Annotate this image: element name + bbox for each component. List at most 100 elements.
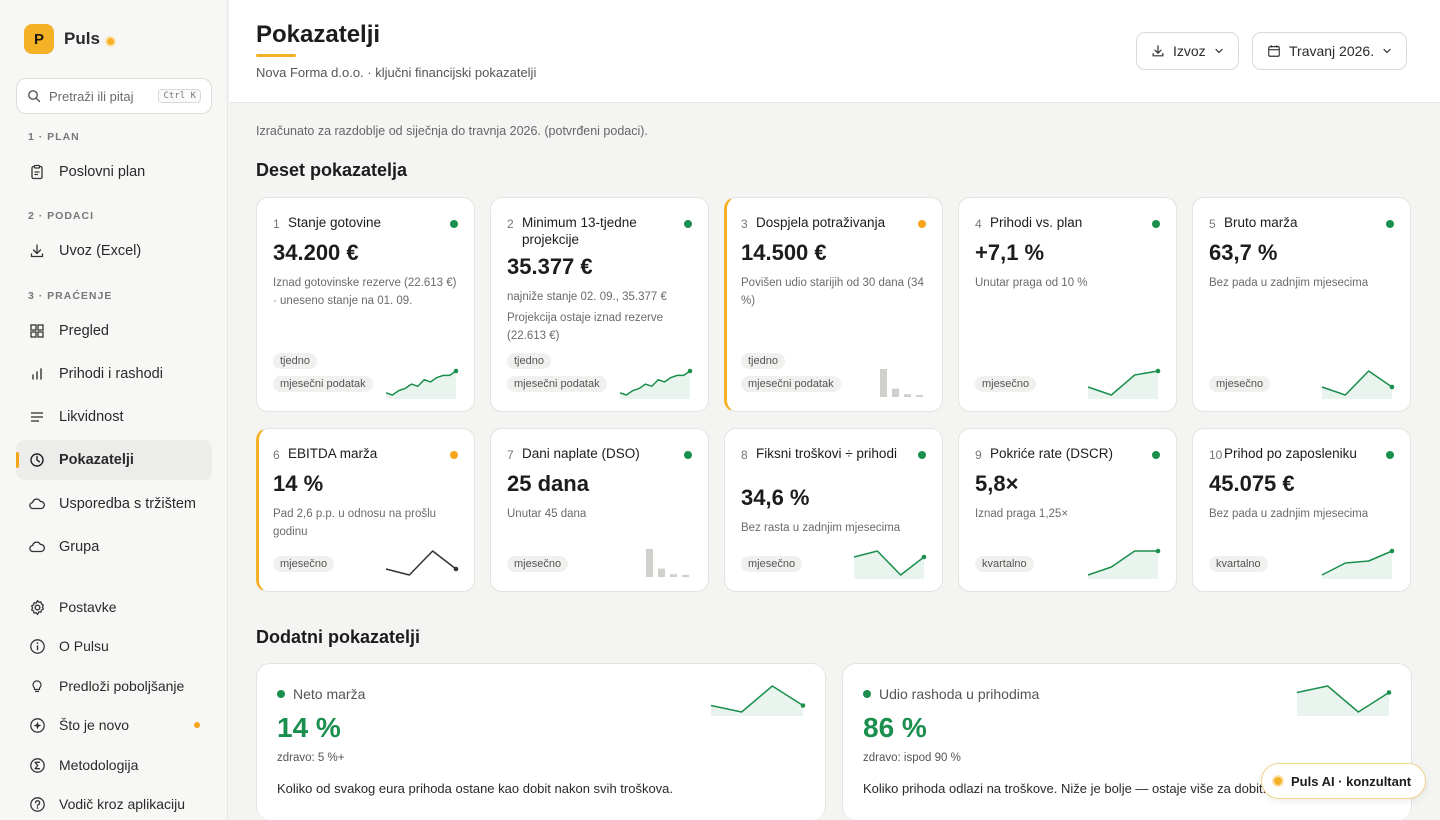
extra-card-desc: Koliko prihoda odlazi na troškove. Niže …	[863, 781, 1267, 796]
kpi-card[interactable]: 1 Stanje gotovine 34.200 € Iznad gotovinske…	[256, 197, 475, 412]
search-icon	[28, 90, 41, 103]
kpi-number: 8	[741, 448, 748, 462]
kpi-value: 35.377 €	[507, 254, 593, 279]
sidebar-item-label: Što je novo	[59, 717, 130, 733]
kpi-card[interactable]: 10 Prihod po zaposleniku 45.075 € Bez pada …	[1192, 428, 1411, 592]
frequency-pill: tjedno	[741, 353, 785, 369]
status-dot	[1152, 220, 1160, 228]
spark-area	[1322, 371, 1392, 399]
extra-card-neto-marza[interactable]: Neto marža 14 % zdravo: 5 %+ Koliko od s…	[256, 663, 826, 820]
kpi-number: 9	[975, 448, 982, 462]
section-label-podaci: 2 · PODACI	[28, 210, 95, 222]
kpi-title: Stanje gotovine	[288, 215, 382, 230]
sidebar-item-postavke[interactable]: Postavke	[16, 587, 212, 627]
sidebar-item-pokazatelji[interactable]: Pokazatelji	[16, 440, 212, 480]
cloud-icon	[28, 538, 46, 556]
sidebar-item-o-pulsu[interactable]: O Pulsu	[16, 626, 212, 666]
kpi-title: Prihod po zaposleniku	[1224, 446, 1357, 461]
kpi-card[interactable]: 9 Pokriće rate (DSCR) 5,8× Iznad praga 1,25…	[958, 428, 1177, 592]
search-input[interactable]: Pretraži ili pitaj Ctrl K	[16, 78, 212, 114]
frequency-pill: mjesečni podatak	[741, 376, 841, 392]
sidebar-item-label: Predloži poboljšanje	[59, 678, 185, 694]
spark-endpoint	[687, 368, 693, 374]
sidebar-item-pregled[interactable]: Pregled	[16, 311, 212, 351]
frequency-pill: mjesečno	[741, 556, 803, 572]
kpi-title: Prihodi vs. plan	[990, 215, 1083, 230]
kpi-number: 6	[273, 448, 280, 462]
kpi-number: 4	[975, 217, 982, 231]
kpi-description: Povišen udio starijih od 30 dana (34 %)	[741, 277, 924, 307]
spark-area	[1088, 551, 1158, 579]
kpi-card[interactable]: 4 Prihodi vs. plan +7,1 % Unutar praga od 1…	[958, 197, 1177, 412]
kpi-title: Dani naplate (DSO)	[522, 446, 640, 461]
section-title: Deset pokazatelja	[256, 160, 408, 180]
period-selector[interactable]: Travanj 2026.	[1252, 32, 1408, 70]
kpi-card[interactable]: 7 Dani naplate (DSO) 25 dana Unutar 45 dana…	[490, 428, 709, 592]
kpi-title: Minimum 13-tjedne projekcije	[522, 215, 637, 247]
sidebar-item-prihodi-i-rashodi[interactable]: Prihodi i rashodi	[16, 354, 212, 394]
sidebar-item-label: Metodologija	[59, 757, 139, 773]
frequency-pill: tjedno	[273, 353, 317, 369]
spark-bar	[658, 568, 665, 577]
status-dot	[450, 451, 458, 459]
status-dot	[1386, 451, 1394, 459]
section-label-plan: 1 · PLAN	[28, 131, 80, 143]
download-icon	[28, 242, 46, 260]
sidebar-item-likvidnost[interactable]: Likvidnost	[16, 397, 212, 437]
main-content: Pokazatelji Nova Forma d.o.o. · ključni …	[229, 0, 1440, 820]
sidebar-item-vodic[interactable]: Vodič kroz aplikaciju	[16, 784, 212, 820]
spark-endpoint	[1389, 548, 1395, 554]
page-subtitle: Nova Forma d.o.o. · ključni financijski …	[256, 65, 537, 80]
kpi-card[interactable]: 5 Bruto marža 63,7 % Bez pada u zadnjim mje…	[1192, 197, 1411, 412]
sidebar-item-usporedba[interactable]: Usporedba s tržištem	[16, 484, 212, 524]
info-icon	[28, 637, 46, 655]
download-icon	[1152, 45, 1164, 57]
sidebar-item-predlozi[interactable]: Predloži poboljšanje	[16, 666, 212, 706]
lines-icon	[28, 408, 46, 426]
chevron-down-icon	[1383, 48, 1391, 54]
sidebar-item-label: Postavke	[59, 599, 117, 615]
kpi-number: 5	[1209, 217, 1216, 231]
sidebar-item-label: Likvidnost	[59, 409, 124, 425]
kpi-value: 45.075 €	[1209, 471, 1295, 496]
sidebar-item-poslovni-plan[interactable]: Poslovni plan	[16, 152, 212, 192]
sidebar-item-uvoz[interactable]: Uvoz (Excel)	[16, 231, 212, 271]
extra-card-desc: Koliko od svakog eura prihoda ostane kao…	[277, 781, 674, 796]
status-dot	[1386, 220, 1394, 228]
status-dot	[1152, 451, 1160, 459]
extra-card-value: 14 %	[277, 712, 341, 743]
kpi-value: 5,8×	[975, 471, 1019, 496]
kpi-value: +7,1 %	[975, 240, 1045, 265]
spark-line	[385, 550, 457, 576]
sidebar-item-grupa[interactable]: Grupa	[16, 527, 212, 567]
section2-title: Dodatni pokazatelji	[256, 627, 421, 647]
ai-status-dot	[1274, 777, 1282, 785]
export-button[interactable]: Izvoz	[1136, 32, 1239, 70]
frequency-pill: mjesečni podatak	[507, 376, 607, 392]
kpi-card[interactable]: 8 Fiksni troškovi ÷ prihodi 34,6 % Bez rast…	[724, 428, 943, 592]
search-shortcut: Ctrl K	[158, 89, 201, 103]
spark-area	[711, 686, 803, 716]
kpi-card[interactable]: 3 Dospjela potraživanja 14.500 € Povišen ud…	[724, 197, 943, 412]
kpi-card[interactable]: 2 Minimum 13-tjedne projekcije 35.377 € naj…	[490, 197, 709, 412]
page-title: Pokazatelji	[256, 21, 381, 48]
spark-bar	[916, 395, 923, 397]
spark-endpoint	[1389, 384, 1395, 390]
gear-icon	[28, 598, 46, 616]
sidebar-item-sto-je-novo[interactable]: Što je novo	[16, 705, 212, 745]
ai-consultant-button[interactable]: Puls AI · konzultant	[1261, 763, 1427, 799]
brand[interactable]: P Puls	[24, 24, 114, 54]
sidebar-item-metodologija[interactable]: Metodologija	[16, 745, 212, 785]
title-underline	[256, 54, 296, 57]
frequency-pill: mjesečno	[273, 556, 335, 572]
kpi-title: Bruto marža	[1224, 215, 1298, 230]
kpi-description: Pad 2,6 p.p. u odnosu na prošlu godinu	[273, 508, 437, 538]
brand-status-dot	[106, 37, 114, 45]
extra-card-title: Neto marža	[293, 686, 366, 702]
spark-endpoint	[800, 703, 806, 708]
spark-bar	[880, 369, 887, 397]
sparkline	[880, 369, 923, 397]
sparkline	[1296, 685, 1392, 716]
kpi-description: Unutar praga od 10 %	[975, 277, 1088, 289]
kpi-card[interactable]: 6 EBITDA marža 14 % Pad 2,6 p.p. u odnosu n…	[256, 428, 475, 592]
